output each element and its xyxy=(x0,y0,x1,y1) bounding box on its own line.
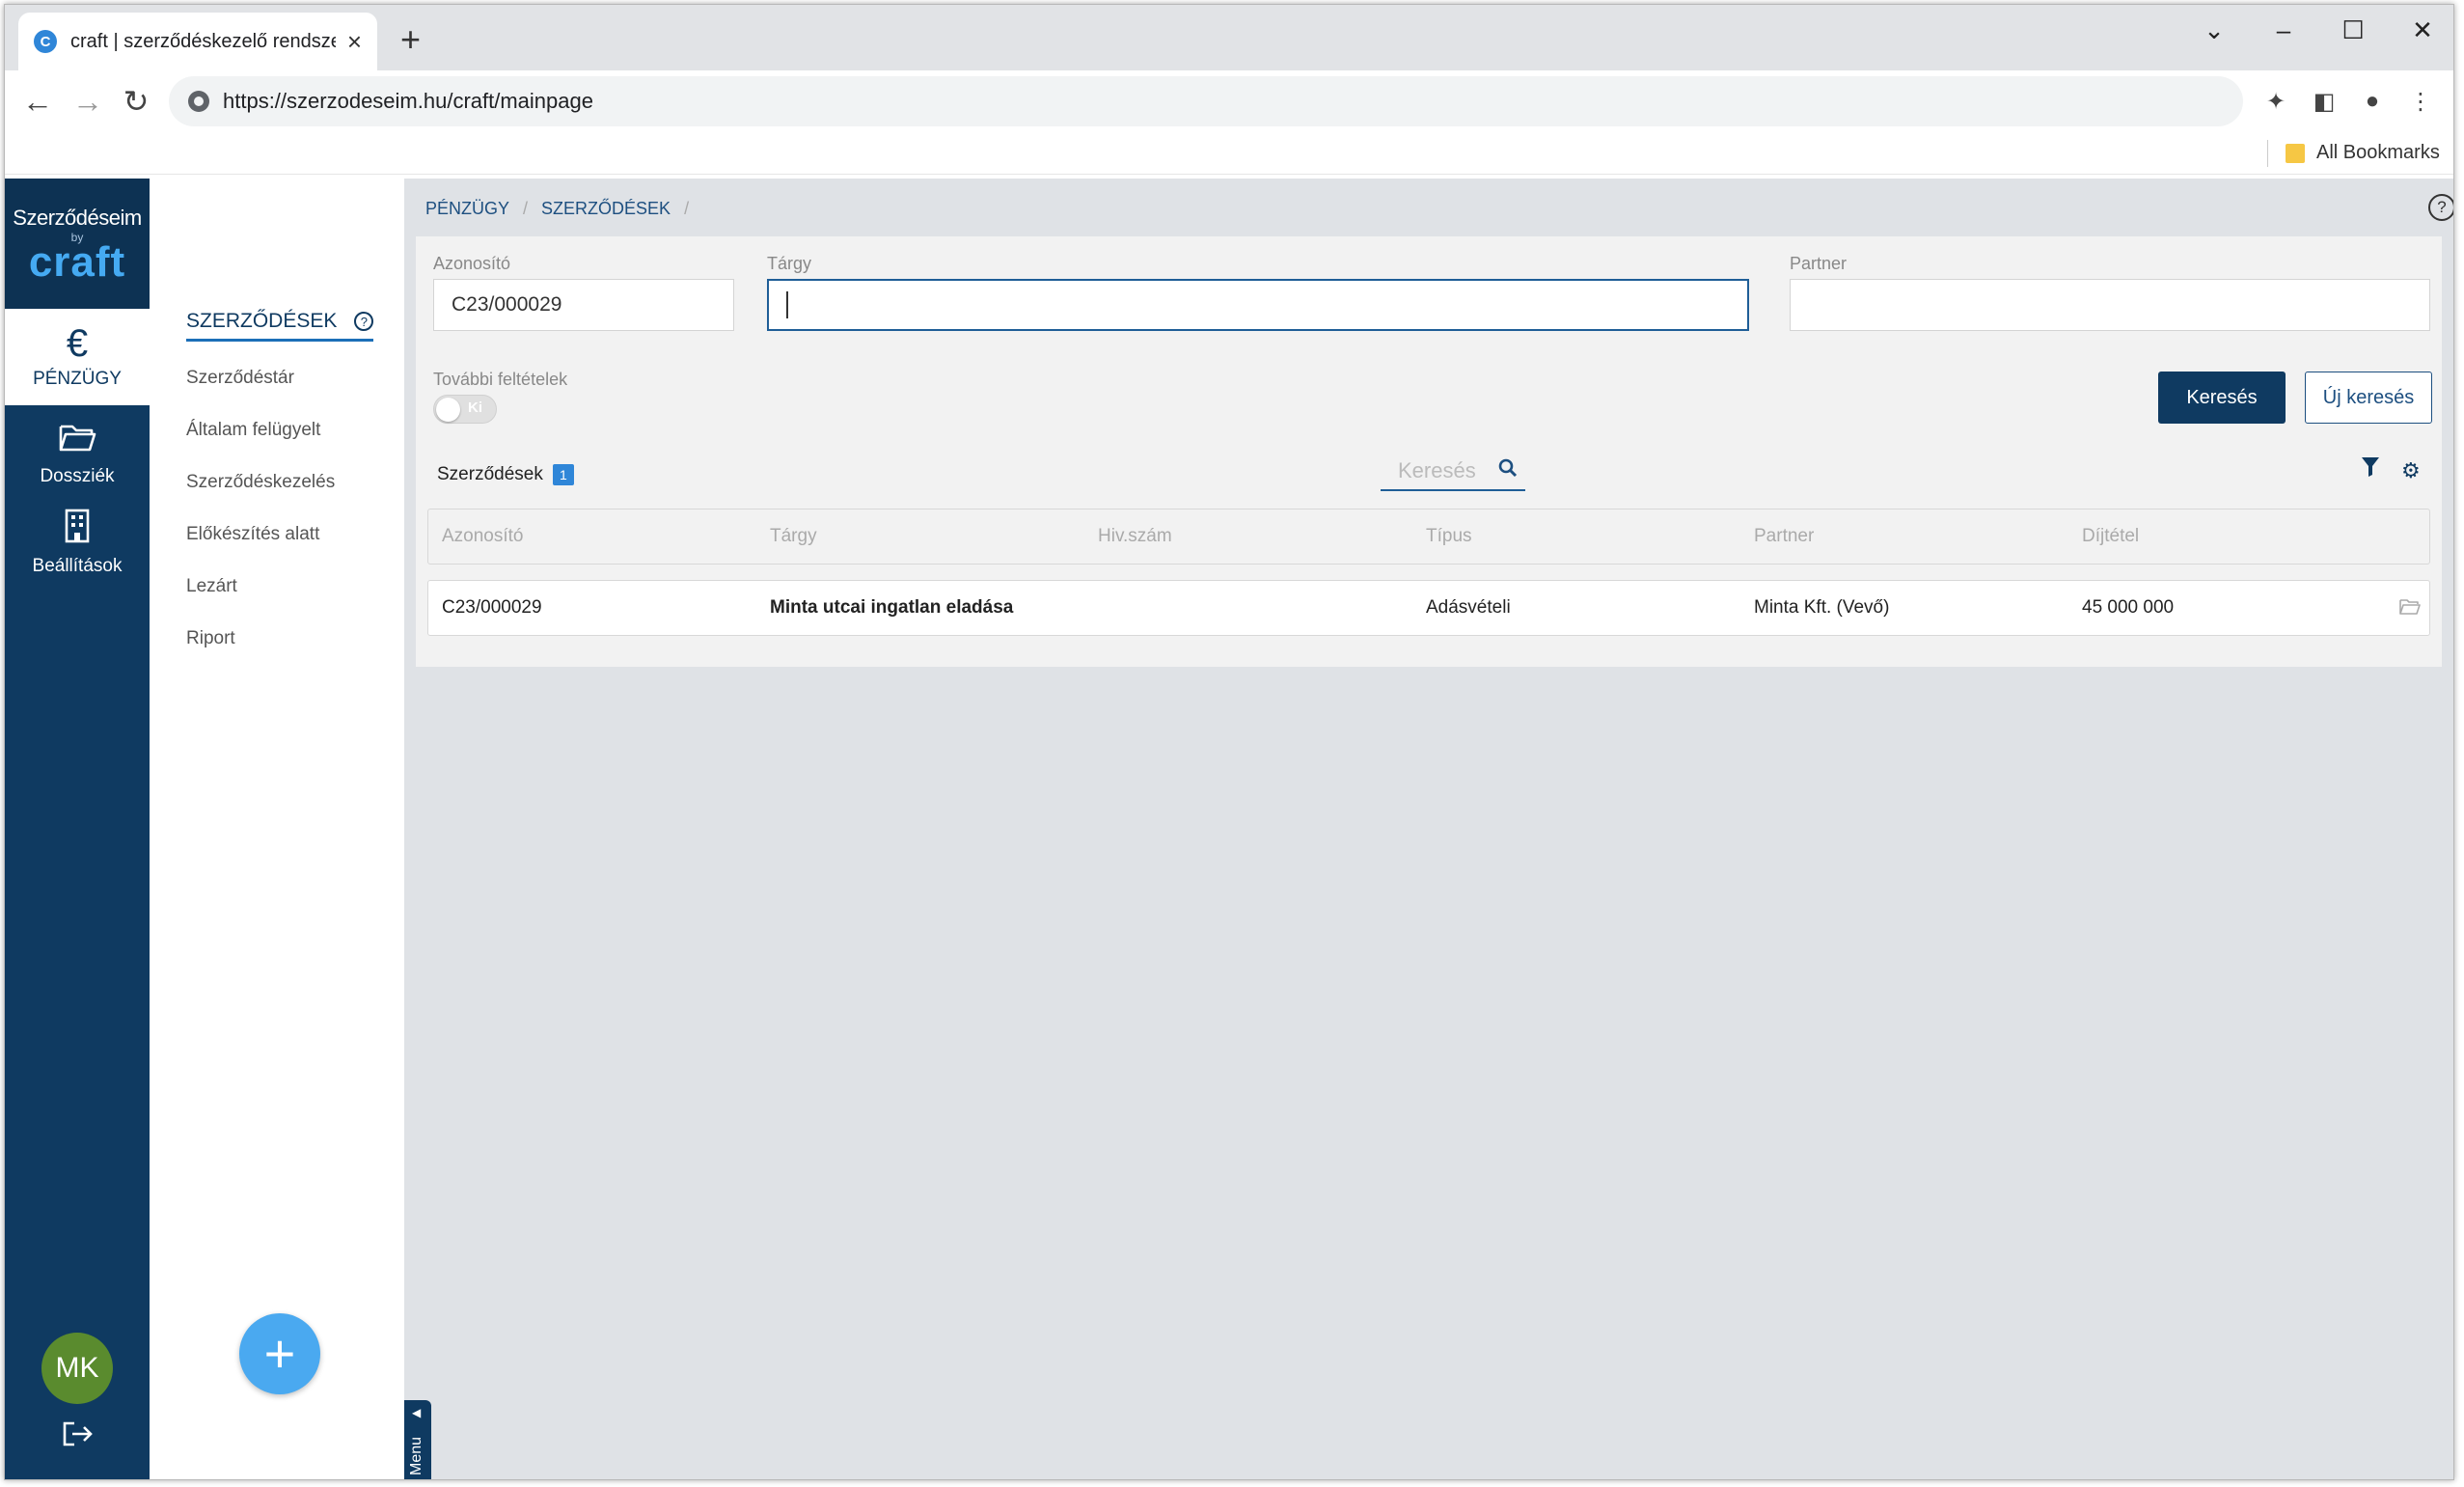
breadcrumb-separator: / xyxy=(684,199,690,218)
logo-text-top: Szerződéseim xyxy=(13,206,142,230)
count-badge: 1 xyxy=(552,464,574,485)
nav-item-label: Dossziék xyxy=(40,466,115,486)
nav-item-label: PÉNZÜGY xyxy=(33,369,122,389)
breadcrumb: PÉNZÜGY / SZERZŐDÉSEK / xyxy=(425,199,702,219)
open-folder-icon[interactable] xyxy=(2398,596,2422,621)
more-menu-icon[interactable]: ⋮ xyxy=(2403,84,2438,119)
breadcrumb-item-penzugy[interactable]: PÉNZÜGY xyxy=(425,199,509,219)
site-info-icon[interactable] xyxy=(188,91,209,112)
list-title-label: Szerződések xyxy=(437,464,543,484)
partner-label: Partner xyxy=(1790,254,1848,273)
search-button[interactable]: Keresés xyxy=(2158,372,2286,424)
app: Szerződéseim by craft € PÉNZÜGY Dossziék… xyxy=(5,179,2453,1479)
new-tab-icon[interactable]: + xyxy=(400,22,421,57)
browser-tab[interactable]: C craft | szerződéskezelő rendszer × xyxy=(18,13,377,70)
azonosito-label: Azonosító xyxy=(433,254,511,273)
menu-tab-label: Menu xyxy=(408,1436,424,1475)
cell-dijtetel: 45 000 000 xyxy=(2082,597,2175,618)
list-search-placeholder: Keresés xyxy=(1398,458,1476,482)
cell-partner: Minta Kft. (Vevő) xyxy=(1754,597,1890,618)
help-icon[interactable]: ? xyxy=(2428,194,2453,221)
column-header-dijtetel[interactable]: Díjtétel xyxy=(2082,509,2139,564)
help-icon[interactable]: ? xyxy=(354,312,374,331)
list-title: Szerződések 1 xyxy=(437,464,574,485)
more-conditions-toggle[interactable]: Ki xyxy=(433,395,497,424)
toggle-state-text: Ki xyxy=(468,399,482,416)
back-icon[interactable]: ← xyxy=(18,82,57,121)
building-icon xyxy=(5,509,150,550)
address-bar[interactable]: https://szerzodeseim.hu/craft/mainpage xyxy=(169,76,2243,126)
gear-icon[interactable]: ⚙ xyxy=(2401,458,2421,483)
column-header-targy[interactable]: Tárgy xyxy=(770,509,817,564)
cell-tipus: Adásvételi xyxy=(1426,597,1511,618)
left-navbar: Szerződéseim by craft € PÉNZÜGY Dossziék… xyxy=(5,179,150,1479)
azonosito-input[interactable]: C23/000029 xyxy=(433,279,734,331)
submenu-heading-label: SZERZŐDÉSEK xyxy=(186,310,338,332)
tab-title: craft | szerződéskezelő rendszer xyxy=(70,30,336,52)
more-conditions-label: További feltételek xyxy=(433,370,568,389)
bookmarks-bar: All Bookmarks xyxy=(5,132,2453,175)
reload-icon[interactable]: ↻ xyxy=(117,82,155,121)
cell-targy: Minta utcai ingatlan eladása xyxy=(770,597,1014,618)
menu-collapse-tab[interactable]: ◀ Menu xyxy=(404,1400,431,1479)
avatar[interactable]: MK xyxy=(41,1333,113,1404)
search-icon[interactable] xyxy=(1498,458,1518,483)
logout-icon[interactable] xyxy=(61,1419,96,1457)
submenu-heading[interactable]: SZERZŐDÉSEK ? xyxy=(186,310,374,342)
partner-input[interactable] xyxy=(1790,279,2430,331)
table-header: Azonosító Tárgy Hiv.szám Típus Partner D… xyxy=(427,509,2430,565)
url-text: https://szerzodeseim.hu/craft/mainpage xyxy=(223,89,593,113)
targy-input[interactable] xyxy=(767,279,1749,331)
nav-item-label: Beállítások xyxy=(32,556,123,576)
nav-item-penzugy[interactable]: € PÉNZÜGY xyxy=(5,309,150,405)
targy-label: Tárgy xyxy=(767,254,812,273)
tab-strip: C craft | szerződéskezelő rendszer × + ⌄… xyxy=(5,5,2453,70)
table-row[interactable]: C23/000029 Minta utcai ingatlan eladása … xyxy=(427,580,2430,636)
filter-icon[interactable] xyxy=(2361,456,2380,480)
submenu-item-szerzodestar[interactable]: Szerződéstár xyxy=(186,368,294,389)
submenu-item-elokeszites-alatt[interactable]: Előkészítés alatt xyxy=(186,524,319,545)
bookmark-folder-icon[interactable] xyxy=(2286,144,2305,163)
craft-favicon-icon: C xyxy=(34,30,57,53)
minimize-icon[interactable]: – xyxy=(2255,11,2313,49)
toggle-knob xyxy=(436,398,460,422)
browser-window: C craft | szerződéskezelő rendszer × + ⌄… xyxy=(4,4,2454,1480)
submenu-item-szerzodeskezeles[interactable]: Szerződéskezelés xyxy=(186,472,335,493)
text-caret xyxy=(786,291,788,318)
submenu: SZERZŐDÉSEK ? Szerződéstár Általam felüg… xyxy=(150,179,404,1479)
main-content: PÉNZÜGY / SZERZŐDÉSEK / ? Azonosító C23/… xyxy=(404,179,2453,1479)
folder-icon xyxy=(5,422,150,460)
breadcrumb-item-szerzodesek[interactable]: SZERZŐDÉSEK xyxy=(541,199,671,219)
side-panel-icon[interactable]: ◧ xyxy=(2307,84,2341,119)
close-window-icon[interactable]: ✕ xyxy=(2394,11,2451,49)
nav-item-beallitasok[interactable]: Beállítások xyxy=(5,509,150,586)
close-tab-icon[interactable]: × xyxy=(347,29,362,54)
submenu-item-riport[interactable]: Riport xyxy=(186,628,235,649)
chevron-down-icon[interactable]: ⌄ xyxy=(2185,11,2243,49)
bookmarks-divider xyxy=(2267,140,2268,167)
breadcrumb-separator: / xyxy=(523,199,529,218)
list-search-input[interactable]: Keresés xyxy=(1381,453,1525,491)
column-header-tipus[interactable]: Típus xyxy=(1426,509,1472,564)
column-header-hivszam[interactable]: Hiv.szám xyxy=(1098,509,1172,564)
search-panel: Azonosító C23/000029 Tárgy Partner Továb… xyxy=(416,236,2442,667)
column-header-partner[interactable]: Partner xyxy=(1754,509,1814,564)
column-header-azonosito[interactable]: Azonosító xyxy=(442,509,524,564)
all-bookmarks-link[interactable]: All Bookmarks xyxy=(2316,142,2440,164)
submenu-item-lezart[interactable]: Lezárt xyxy=(186,576,237,597)
maximize-icon[interactable]: ☐ xyxy=(2324,11,2382,49)
euro-icon: € xyxy=(66,322,89,365)
browser-toolbar: ← → ↻ https://szerzodeseim.hu/craft/main… xyxy=(5,70,2453,132)
logo-text-brand: craft xyxy=(28,238,126,286)
profile-icon[interactable]: ● xyxy=(2355,84,2390,119)
logo[interactable]: Szerződéseim by craft xyxy=(5,179,150,309)
nav-item-dossziek[interactable]: Dossziék xyxy=(5,422,150,499)
new-search-button[interactable]: Új keresés xyxy=(2305,372,2432,424)
submenu-item-altalam-felugyelt[interactable]: Általam felügyelt xyxy=(186,420,320,441)
forward-icon[interactable]: → xyxy=(68,82,107,121)
add-button[interactable]: + xyxy=(239,1313,320,1394)
collapse-arrow-icon: ◀ xyxy=(412,1406,422,1419)
extensions-icon[interactable]: ✦ xyxy=(2259,84,2293,119)
cell-azonosito: C23/000029 xyxy=(442,597,542,618)
